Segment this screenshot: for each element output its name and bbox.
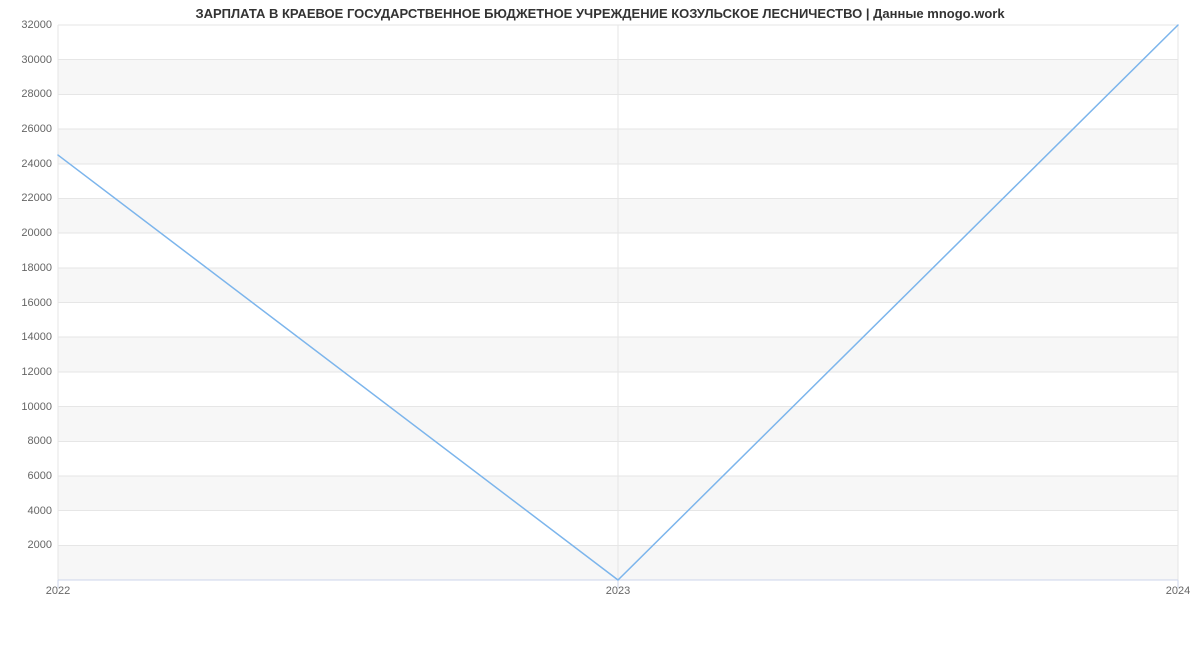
y-tick-label: 4000: [2, 505, 52, 517]
y-tick-label: 24000: [2, 158, 52, 170]
y-tick-label: 26000: [2, 123, 52, 135]
y-tick-label: 32000: [2, 19, 52, 31]
plot-area: [58, 25, 1178, 580]
x-tick-label: 2024: [1166, 585, 1190, 597]
chart-container: ЗАРПЛАТА В КРАЕВОЕ ГОСУДАРСТВЕННОЕ БЮДЖЕ…: [0, 0, 1200, 650]
y-tick-label: 28000: [2, 88, 52, 100]
plot-svg: [58, 25, 1178, 580]
x-tick-label: 2022: [46, 585, 70, 597]
y-tick-label: 8000: [2, 435, 52, 447]
y-tick-label: 18000: [2, 262, 52, 274]
y-tick-label: 6000: [2, 470, 52, 482]
x-tick-label: 2023: [606, 585, 630, 597]
y-tick-label: 2000: [2, 539, 52, 551]
y-tick-label: 12000: [2, 366, 52, 378]
y-tick-label: 20000: [2, 227, 52, 239]
chart-title: ЗАРПЛАТА В КРАЕВОЕ ГОСУДАРСТВЕННОЕ БЮДЖЕ…: [0, 6, 1200, 21]
y-tick-label: 30000: [2, 54, 52, 66]
y-tick-label: 22000: [2, 192, 52, 204]
y-tick-label: 16000: [2, 297, 52, 309]
y-tick-label: 10000: [2, 401, 52, 413]
y-tick-label: 14000: [2, 331, 52, 343]
